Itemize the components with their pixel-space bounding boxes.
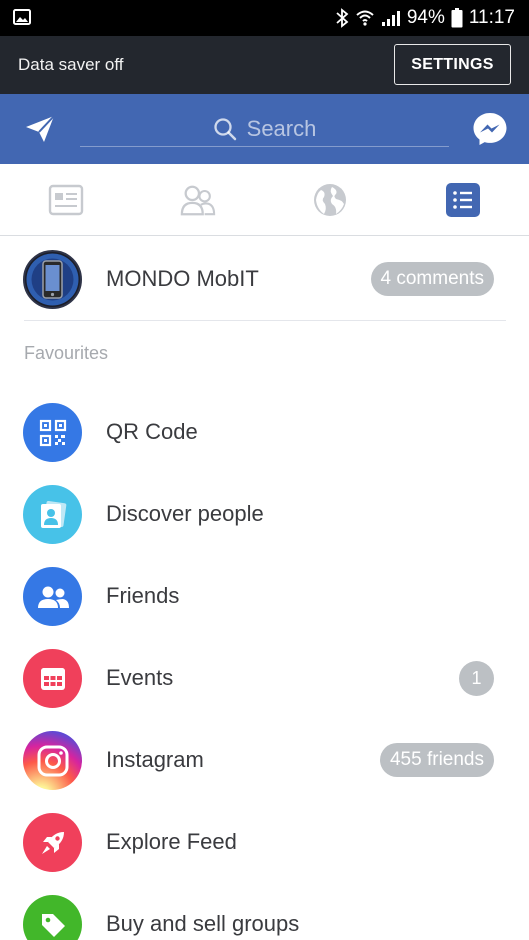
list-item-label: Instagram [106, 747, 204, 772]
list-item-label: QR Code [106, 419, 198, 444]
data-saver-bar: Data saver off SETTINGS [0, 36, 529, 94]
list-item-label: Explore Feed [106, 829, 237, 854]
clock: 11:17 [468, 7, 515, 28]
friends-icon [23, 567, 82, 626]
tab-notifications[interactable] [312, 182, 348, 218]
list-item-instagram[interactable]: Instagram 455 friends [0, 719, 529, 801]
tab-news-feed[interactable] [48, 182, 84, 218]
data-saver-text: Data saver off [18, 55, 124, 74]
list-item-discover-people[interactable]: Discover people [0, 473, 529, 555]
globe-icon [314, 184, 346, 216]
divider [24, 320, 506, 321]
favourites-heading: Favourites [24, 343, 109, 363]
wifi-icon [356, 10, 374, 26]
signal-icon [381, 11, 400, 26]
qr-code-icon [23, 403, 82, 462]
phone-avatar-icon [26, 253, 79, 306]
discover-people-icon [23, 485, 82, 544]
list-item-label: Friends [106, 583, 180, 608]
gallery-icon [13, 9, 31, 25]
search-icon [213, 117, 236, 140]
battery-percent: 94% [406, 7, 445, 28]
events-count-badge: 1 [459, 661, 494, 696]
list-item-qr-code[interactable]: QR Code [0, 391, 529, 473]
list-item-label: Discover people [106, 501, 264, 526]
tab-bar [0, 164, 529, 236]
paper-plane-icon[interactable] [24, 114, 56, 144]
battery-icon [451, 8, 463, 28]
price-tag-icon [23, 895, 82, 940]
search-input[interactable]: Search [80, 111, 449, 147]
list-item-explore-feed[interactable]: Explore Feed [0, 801, 529, 883]
messenger-icon[interactable] [472, 111, 508, 147]
friend-requests-icon [180, 185, 216, 216]
profile-row[interactable]: MONDO MobIT 4 comments [0, 238, 529, 320]
instagram-friends-badge: 455 friends [379, 743, 494, 777]
rocket-icon [23, 813, 82, 872]
list-item-label: Buy and sell groups [106, 911, 300, 936]
top-header: Search [0, 94, 529, 164]
list-item-buy-and-sell-groups[interactable]: Buy and sell groups [0, 883, 529, 940]
news-feed-icon [48, 184, 84, 216]
tab-menu[interactable] [445, 182, 481, 218]
calendar-icon [23, 649, 82, 708]
list-item-label: Events [106, 665, 174, 690]
menu-list-icon [446, 183, 480, 217]
instagram-icon [23, 731, 82, 790]
search-placeholder: Search [246, 115, 317, 141]
list-item-friends[interactable]: Friends [0, 555, 529, 637]
bluetooth-icon [336, 8, 349, 28]
comments-badge: 4 comments [370, 262, 494, 296]
status-bar: 94% 11:17 [0, 0, 529, 36]
profile-name: MONDO MobIT [106, 266, 259, 291]
avatar [23, 250, 82, 309]
settings-button[interactable]: SETTINGS [394, 44, 511, 85]
tab-friends[interactable] [180, 182, 216, 218]
list-item-events[interactable]: Events 1 [0, 637, 529, 719]
